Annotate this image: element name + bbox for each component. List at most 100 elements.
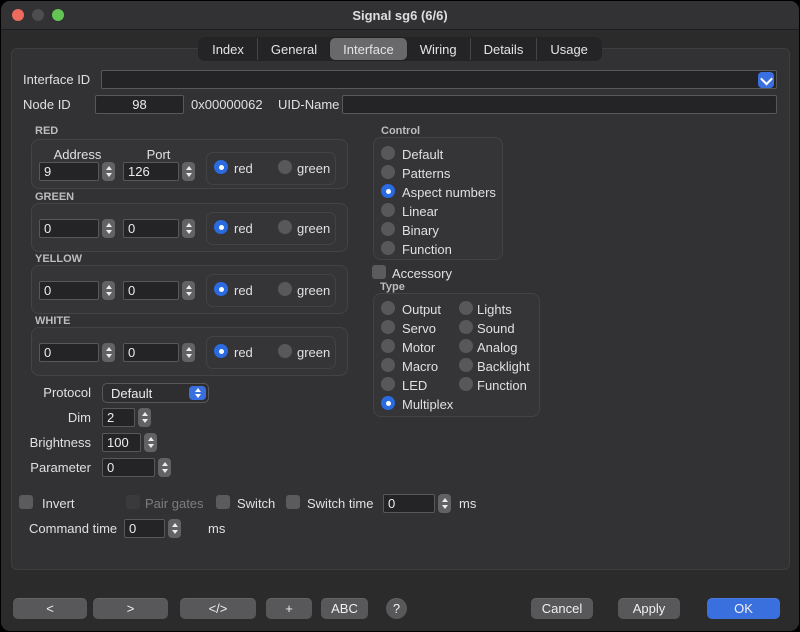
cancel-button[interactable]: Cancel xyxy=(531,598,593,619)
help-button[interactable]: ? xyxy=(386,598,407,619)
zoom-button[interactable] xyxy=(52,9,64,21)
white-red-radio[interactable] xyxy=(214,344,228,358)
uid-name-field[interactable] xyxy=(342,95,777,114)
tab-interface[interactable]: Interface xyxy=(330,38,407,60)
interface-id-combobox[interactable] xyxy=(101,70,777,89)
protocol-label: Protocol xyxy=(1,385,91,400)
parameter-stepper[interactable] xyxy=(158,458,171,477)
apply-button[interactable]: Apply xyxy=(618,598,680,619)
prev-button[interactable]: < xyxy=(13,598,87,619)
tab-usage[interactable]: Usage xyxy=(536,38,601,60)
red-address-field[interactable] xyxy=(39,162,99,181)
title-bar[interactable]: Signal sg6 (6/6) xyxy=(1,1,799,30)
tab-general[interactable]: General xyxy=(257,38,330,60)
white-green-radio[interactable] xyxy=(278,344,292,358)
green-green-radio-label: green xyxy=(297,221,330,236)
next-button[interactable]: > xyxy=(93,598,168,619)
close-button[interactable] xyxy=(12,9,24,21)
ok-button[interactable]: OK xyxy=(707,598,780,619)
type-radio-backlight[interactable] xyxy=(459,358,473,372)
control-radio-binary[interactable] xyxy=(381,222,395,236)
add-button[interactable]: + xyxy=(266,598,312,619)
control-group-label: Control xyxy=(381,125,420,137)
minimize-button[interactable] xyxy=(32,9,44,21)
dim-field[interactable] xyxy=(102,408,135,427)
brightness-stepper[interactable] xyxy=(144,433,157,452)
type-group-label: Type xyxy=(380,281,405,293)
type-radio-macro[interactable] xyxy=(381,358,395,372)
yellow-address-stepper[interactable] xyxy=(102,281,115,300)
control-radio-aspect-numbers[interactable] xyxy=(381,184,395,198)
uid-name-label: UID-Name xyxy=(278,97,339,112)
protocol-popup[interactable]: Default xyxy=(102,383,209,403)
parameter-label: Parameter xyxy=(1,460,91,475)
tab-details[interactable]: Details xyxy=(470,38,537,60)
invert-checkbox[interactable] xyxy=(19,495,33,509)
type-radio-motor-label: Motor xyxy=(402,340,435,355)
green-red-radio[interactable] xyxy=(214,220,228,234)
yellow-green-radio[interactable] xyxy=(278,282,292,296)
switch-time-stepper[interactable] xyxy=(438,494,451,513)
red-address-stepper[interactable] xyxy=(102,162,115,181)
control-radio-default[interactable] xyxy=(381,146,395,160)
white-address-stepper[interactable] xyxy=(102,343,115,362)
type-radio-servo[interactable] xyxy=(381,320,395,334)
section-label-green: GREEN xyxy=(35,191,74,203)
yellow-port-stepper[interactable] xyxy=(182,281,195,300)
type-radio-multiplex[interactable] xyxy=(381,396,395,410)
command-time-stepper[interactable] xyxy=(168,519,181,538)
brightness-field[interactable] xyxy=(102,433,141,452)
node-id-label: Node ID xyxy=(23,97,71,112)
tab-segmented-control: Index General Interface Wiring Details U… xyxy=(198,37,602,61)
type-radio-motor[interactable] xyxy=(381,339,395,353)
accessory-checkbox[interactable] xyxy=(372,265,386,279)
green-port-stepper[interactable] xyxy=(182,219,195,238)
control-radio-patterns[interactable] xyxy=(381,165,395,179)
red-red-radio[interactable] xyxy=(214,160,228,174)
type-radio-output[interactable] xyxy=(381,301,395,315)
switch-time-field[interactable] xyxy=(383,494,435,513)
green-red-radio-label: red xyxy=(234,221,253,236)
tab-wiring[interactable]: Wiring xyxy=(407,38,470,60)
command-time-label: Command time xyxy=(29,521,117,536)
node-id-field[interactable] xyxy=(95,95,184,114)
type-radio-function[interactable] xyxy=(459,377,473,391)
brightness-label: Brightness xyxy=(1,435,91,450)
green-address-field[interactable] xyxy=(39,219,99,238)
control-radio-function[interactable] xyxy=(381,241,395,255)
green-address-stepper[interactable] xyxy=(102,219,115,238)
yellow-red-radio[interactable] xyxy=(214,282,228,296)
command-time-field[interactable] xyxy=(124,519,165,538)
green-green-radio[interactable] xyxy=(278,220,292,234)
stepper-down-icon xyxy=(142,419,148,423)
red-port-field[interactable] xyxy=(123,162,179,181)
switch-label: Switch xyxy=(237,496,275,511)
switch-checkbox[interactable] xyxy=(216,495,230,509)
section-label-yellow: YELLOW xyxy=(35,253,82,265)
green-port-field[interactable] xyxy=(123,219,179,238)
stepper-down-icon xyxy=(186,230,192,234)
switch-time-checkbox[interactable] xyxy=(286,495,300,509)
dim-stepper[interactable] xyxy=(138,408,151,427)
white-port-field[interactable] xyxy=(123,343,179,362)
interface-id-dropdown-button[interactable] xyxy=(758,72,774,88)
red-port-stepper[interactable] xyxy=(182,162,195,181)
type-radio-led[interactable] xyxy=(381,377,395,391)
stepper-down-icon xyxy=(186,292,192,296)
type-radio-analog[interactable] xyxy=(459,339,473,353)
red-green-radio-label: green xyxy=(297,161,330,176)
white-port-stepper[interactable] xyxy=(182,343,195,362)
yellow-address-field[interactable] xyxy=(39,281,99,300)
type-radio-lights[interactable] xyxy=(459,301,473,315)
yellow-port-field[interactable] xyxy=(123,281,179,300)
stepper-up-icon xyxy=(106,347,112,351)
abc-button[interactable]: ABC xyxy=(321,598,368,619)
stepper-up-icon xyxy=(186,223,192,227)
red-green-radio[interactable] xyxy=(278,160,292,174)
white-address-field[interactable] xyxy=(39,343,99,362)
code-button[interactable]: </> xyxy=(180,598,256,619)
parameter-field[interactable] xyxy=(102,458,155,477)
type-radio-sound[interactable] xyxy=(459,320,473,334)
tab-index[interactable]: Index xyxy=(199,38,257,60)
control-radio-linear[interactable] xyxy=(381,203,395,217)
